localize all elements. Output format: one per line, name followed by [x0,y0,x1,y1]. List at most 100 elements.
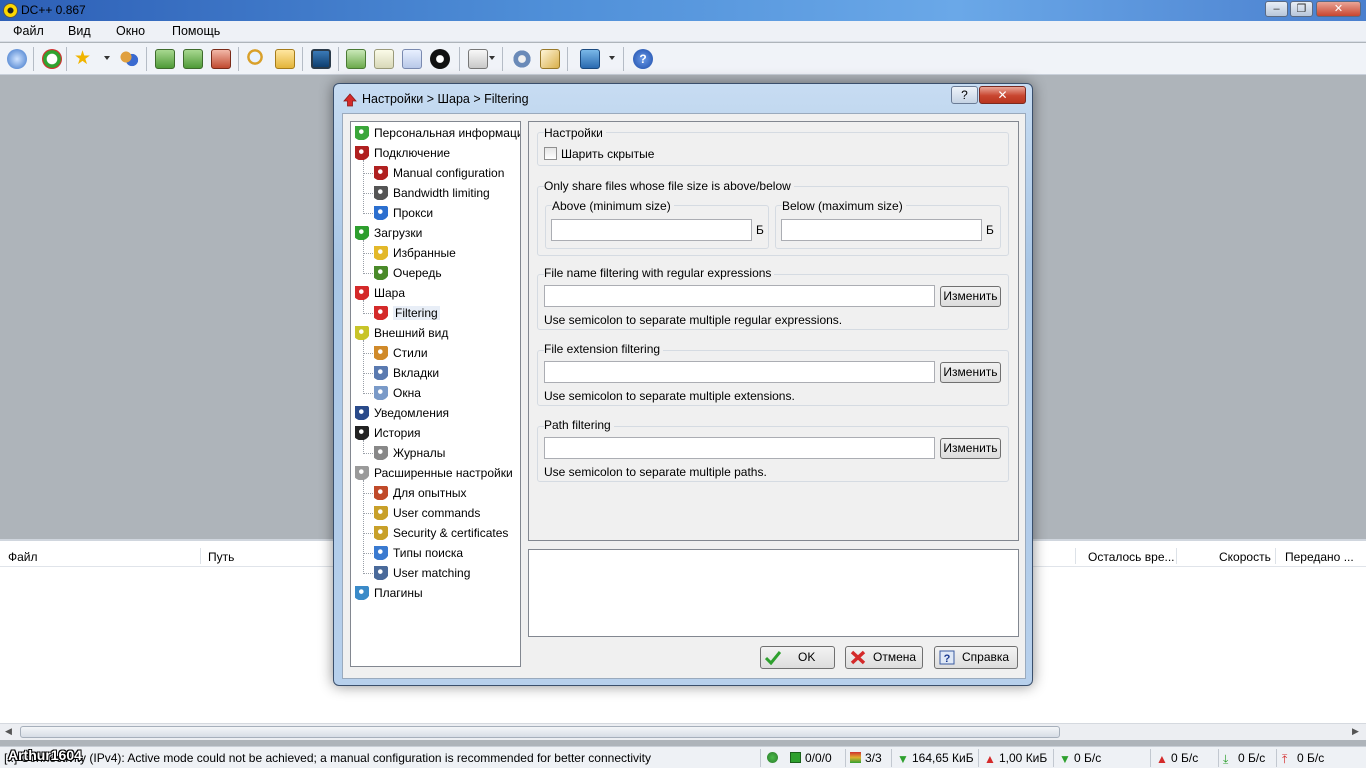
extension-input[interactable] [544,361,935,383]
tree-item-9[interactable]: Filtering [374,304,440,322]
tree-item-10[interactable]: Внешний вид [355,324,448,342]
scroll-thumb[interactable] [20,726,1060,738]
tree-item-label: История [374,426,421,440]
extension-edit-button[interactable]: Изменить [940,362,1001,383]
tools-icon [374,486,388,500]
queue-page-icon[interactable] [402,49,422,69]
share-hidden-checkbox[interactable] [544,147,557,160]
col-transferred[interactable]: Передано ... [1285,550,1354,564]
tree-item-label: Расширенные настройки [374,466,513,480]
paint-icon [374,346,388,360]
dialog-close-button[interactable]: ✕ [979,86,1026,104]
dialog-help-button[interactable]: ? [951,86,978,104]
share-remove-icon[interactable] [211,49,231,69]
down-speed-icon: ▼ [1059,752,1071,766]
tree-item-label: Персональная информация [374,126,521,140]
tree-item-19[interactable]: User commands [374,504,480,522]
share-list-icon[interactable] [155,49,175,69]
tree-item-label: Загрузки [374,226,423,240]
cancel-button[interactable]: Отмена [845,646,923,669]
favorites-dropdown-icon[interactable] [104,56,110,60]
col-path[interactable]: Путь [208,550,234,564]
menu-file[interactable]: Файл [13,24,44,38]
tree-item-14[interactable]: Уведомления [355,404,449,422]
network-icon[interactable] [580,49,600,69]
edit-icon[interactable] [540,49,560,69]
below-size-input[interactable] [781,219,982,241]
tree-item-20[interactable]: Security & certificates [374,524,508,542]
status-away-icon[interactable] [767,751,782,765]
monitor-icon[interactable] [311,49,331,69]
search-icon[interactable] [247,49,267,69]
tree-item-7[interactable]: Очередь [374,264,442,282]
tree-item-15[interactable]: История [355,424,421,442]
settings-tree[interactable]: Персональная информация Подключение Manual… [350,121,521,667]
connect-globe-icon[interactable] [7,49,27,69]
notepad-dropdown-icon[interactable] [489,56,495,60]
up-arrow-icon [374,306,388,320]
tree-item-18[interactable]: Для опытных [374,484,467,502]
plugin-icon [355,586,369,600]
path-input[interactable] [544,437,935,459]
dialog-title: Настройки > Шара > Filtering [362,92,529,106]
scroll-right-icon[interactable]: ▶ [1352,726,1359,737]
settings-gear-icon[interactable] [512,49,532,69]
log-icon [374,446,388,460]
close-button[interactable]: ✕ [1316,1,1361,17]
tree-item-3[interactable]: Bandwidth limiting [374,184,490,202]
description-box [528,549,1019,637]
tree-item-17[interactable]: Расширенные настройки [355,464,513,482]
reconnect-icon[interactable] [42,49,62,69]
menu-view[interactable]: Вид [68,24,91,38]
tree-item-23[interactable]: Плагины [355,584,423,602]
network-dropdown-icon[interactable] [609,56,615,60]
col-time-left[interactable]: Осталось вре... [1088,550,1175,564]
lock-icon [374,526,388,540]
regex-edit-button[interactable]: Изменить [940,286,1001,307]
tree-item-5[interactable]: Загрузки [355,224,422,242]
users-icon[interactable] [119,49,139,69]
ok-button[interactable]: OK [760,646,835,669]
minimize-button[interactable]: – [1265,1,1288,17]
menu-window[interactable]: Окно [116,24,145,38]
gear-icon [355,466,369,480]
tree-item-6[interactable]: Избранные [374,244,456,262]
above-size-input[interactable] [551,219,752,241]
help-icon[interactable]: ? [633,49,653,69]
search-icon [374,546,388,560]
tree-item-4[interactable]: Прокси [374,204,433,222]
horizontal-scrollbar[interactable]: ◀ ▶ [0,723,1366,740]
col-file[interactable]: Файл [8,550,38,564]
main-title-bar: DC++ 0.867 – ❐ ✕ [0,0,1366,21]
cancel-label: Отмена [873,650,917,664]
tree-item-13[interactable]: Окна [374,384,421,402]
tree-item-2[interactable]: Manual configuration [374,164,504,182]
tree-item-11[interactable]: Стили [374,344,428,362]
tree-item-label: Стили [393,346,428,360]
tree-item-0[interactable]: Персональная информация [355,124,521,142]
scroll-left-icon[interactable]: ◀ [5,726,12,737]
path-edit-button[interactable]: Изменить [940,438,1001,459]
tree-item-22[interactable]: User matching [374,564,470,582]
regex-input[interactable] [544,285,935,307]
upload-folder-icon[interactable] [346,49,366,69]
tree-item-16[interactable]: Журналы [374,444,445,462]
menu-help[interactable]: Помощь [172,24,220,38]
favorites-star-icon[interactable]: ★ [74,49,94,69]
down-speed: 0 Б/с [1074,751,1102,765]
status-slots: 3/3 [850,751,882,765]
status-down-speed: ▼ 0 Б/с [1059,751,1101,765]
share-refresh-icon[interactable] [183,49,203,69]
help-button[interactable]: ? Справка [934,646,1018,669]
notepad-icon[interactable] [468,49,488,69]
tree-item-21[interactable]: Типы поиска [374,544,463,562]
clock-icon[interactable] [430,49,450,69]
search-folder-icon[interactable] [275,49,295,69]
regex-group-label: File name filtering with regular express… [544,266,775,280]
tree-item-1[interactable]: Подключение [355,144,450,162]
tree-item-12[interactable]: Вкладки [374,364,439,382]
path-group-label: Path filtering [544,418,614,432]
download-page-icon[interactable] [374,49,394,69]
restore-button[interactable]: ❐ [1290,1,1313,17]
col-speed[interactable]: Скорость [1219,550,1271,564]
